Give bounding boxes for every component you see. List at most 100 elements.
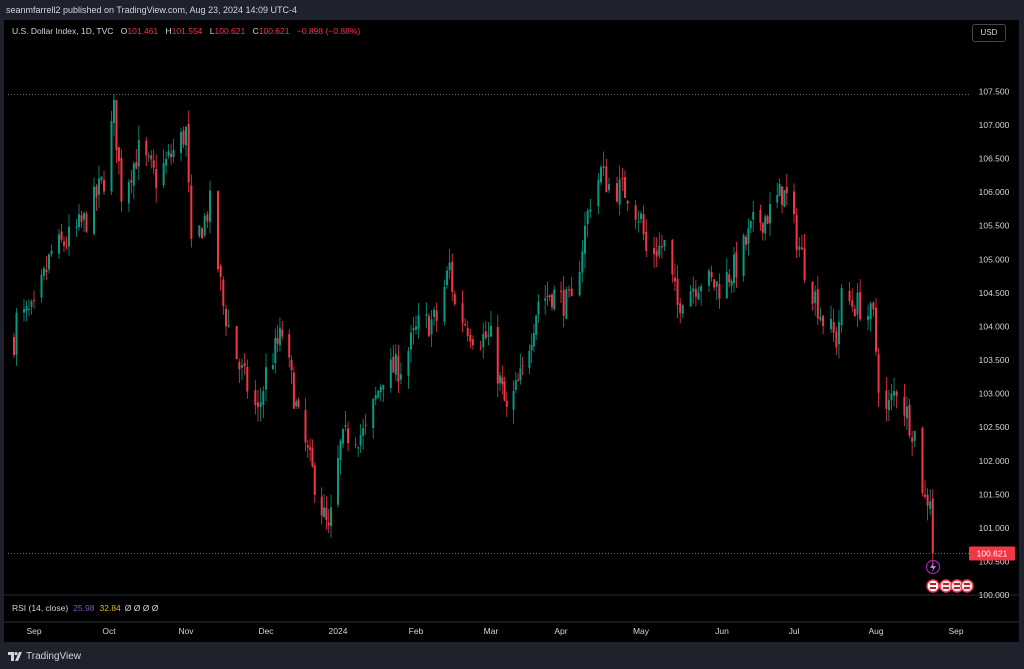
candle-body [697, 292, 700, 300]
candle-body [425, 314, 428, 316]
candle-body [856, 292, 859, 315]
candle-body [487, 335, 490, 337]
rsi-value: 25.98 [73, 603, 95, 613]
candle-body [642, 214, 645, 235]
candle-body [362, 427, 365, 436]
rsi-ma-value: 32.84 [99, 603, 121, 613]
candle-body [65, 245, 68, 247]
candle-body [93, 186, 95, 234]
candle-body [271, 365, 274, 369]
candle-body [803, 248, 806, 280]
candle-body [265, 367, 267, 390]
candle-body [570, 288, 573, 297]
candle-body [394, 353, 397, 375]
candle-body [43, 268, 45, 276]
x-tick-label: Jun [715, 626, 729, 636]
x-tick-label: Oct [102, 626, 116, 636]
candle-body [893, 390, 896, 396]
candle-body [658, 245, 661, 256]
candle-body [605, 166, 608, 193]
candle-body [710, 272, 713, 278]
candle-body [147, 155, 150, 157]
candle-body [521, 365, 524, 367]
y-tick-label: 104.500 [979, 288, 1010, 298]
candle-body [600, 167, 602, 183]
candle-body [364, 424, 367, 426]
us-flag-event-icon [926, 579, 940, 593]
candle-body [589, 209, 592, 212]
candle-body [115, 100, 118, 150]
candle-body [640, 213, 642, 219]
candle-body [634, 205, 637, 220]
price-chart[interactable]: 107.500 107.000 106.500 106.000 105.500 105.0… [4, 20, 1019, 642]
candle-body [63, 241, 65, 246]
candle-body [295, 401, 298, 407]
candle-body [412, 328, 415, 331]
candle-body [274, 337, 277, 364]
us-flag-event-icon [939, 579, 953, 593]
candle-body [482, 333, 485, 347]
candle-body [209, 190, 211, 222]
candle-body [451, 261, 454, 292]
candle-body [496, 327, 499, 384]
flag-stripe [930, 587, 936, 589]
publish-header: seanmfarrell2 published on TradingView.c… [0, 0, 1024, 20]
candle-body [544, 298, 547, 301]
candle-body [172, 149, 175, 158]
candle-body [344, 425, 347, 427]
flag-stripe [943, 587, 949, 589]
candle-body [626, 200, 629, 204]
candle-body [885, 390, 888, 409]
x-tick-label: May [633, 626, 650, 636]
candle-body [397, 355, 400, 382]
y-tick-label: 105.500 [979, 221, 1010, 231]
x-tick-label: Nov [178, 626, 194, 636]
candle-body [671, 239, 674, 275]
candle-body [290, 359, 293, 371]
candle-body [98, 178, 100, 195]
candle-body [78, 214, 80, 228]
candle-body [190, 185, 193, 239]
candle-body [859, 292, 862, 320]
candle-body [313, 465, 316, 495]
candle-body [621, 178, 624, 180]
candle-body [689, 291, 692, 307]
candle-body [357, 447, 360, 449]
candle-body [811, 281, 814, 304]
candle-body [471, 339, 474, 346]
candle-body [535, 315, 538, 335]
candle-body [225, 308, 227, 327]
candle-body [259, 402, 262, 407]
candle-body [616, 183, 618, 202]
candle-body [905, 406, 908, 419]
y-tick-label: 106.000 [979, 187, 1010, 197]
candle-body [103, 179, 105, 192]
candle-body [461, 303, 464, 323]
footer-brand: TradingView [26, 651, 82, 662]
rsi-legend: RSI (14, close) 25.98 32.84 Ø Ø Ø Ø [12, 603, 158, 613]
flag-stripe [943, 583, 949, 585]
y-tick-label: 107.000 [979, 120, 1010, 130]
x-tick-label: Aug [868, 626, 883, 636]
footer: TradingView [0, 642, 1024, 669]
candle-body [219, 265, 222, 277]
candle-body [170, 153, 173, 158]
candle-body [484, 331, 487, 339]
candle-body [464, 323, 467, 326]
candle-body [869, 303, 872, 319]
candle-body [877, 354, 880, 393]
chart-frame[interactable]: U.S. Dollar Index, 1D, TVC O101.461 H101… [4, 20, 1019, 642]
candle-body [819, 316, 822, 321]
candle-body [392, 356, 395, 373]
candle-body [597, 179, 600, 206]
candle-body [162, 163, 165, 186]
candle-body [586, 210, 589, 225]
candle-body [433, 309, 436, 318]
candle-body [618, 179, 621, 205]
candle-body [578, 271, 581, 296]
candle-body [537, 301, 540, 315]
candle-body [645, 231, 648, 252]
candle-body [137, 140, 140, 167]
candle-body [185, 126, 187, 146]
candle-body [505, 400, 508, 407]
